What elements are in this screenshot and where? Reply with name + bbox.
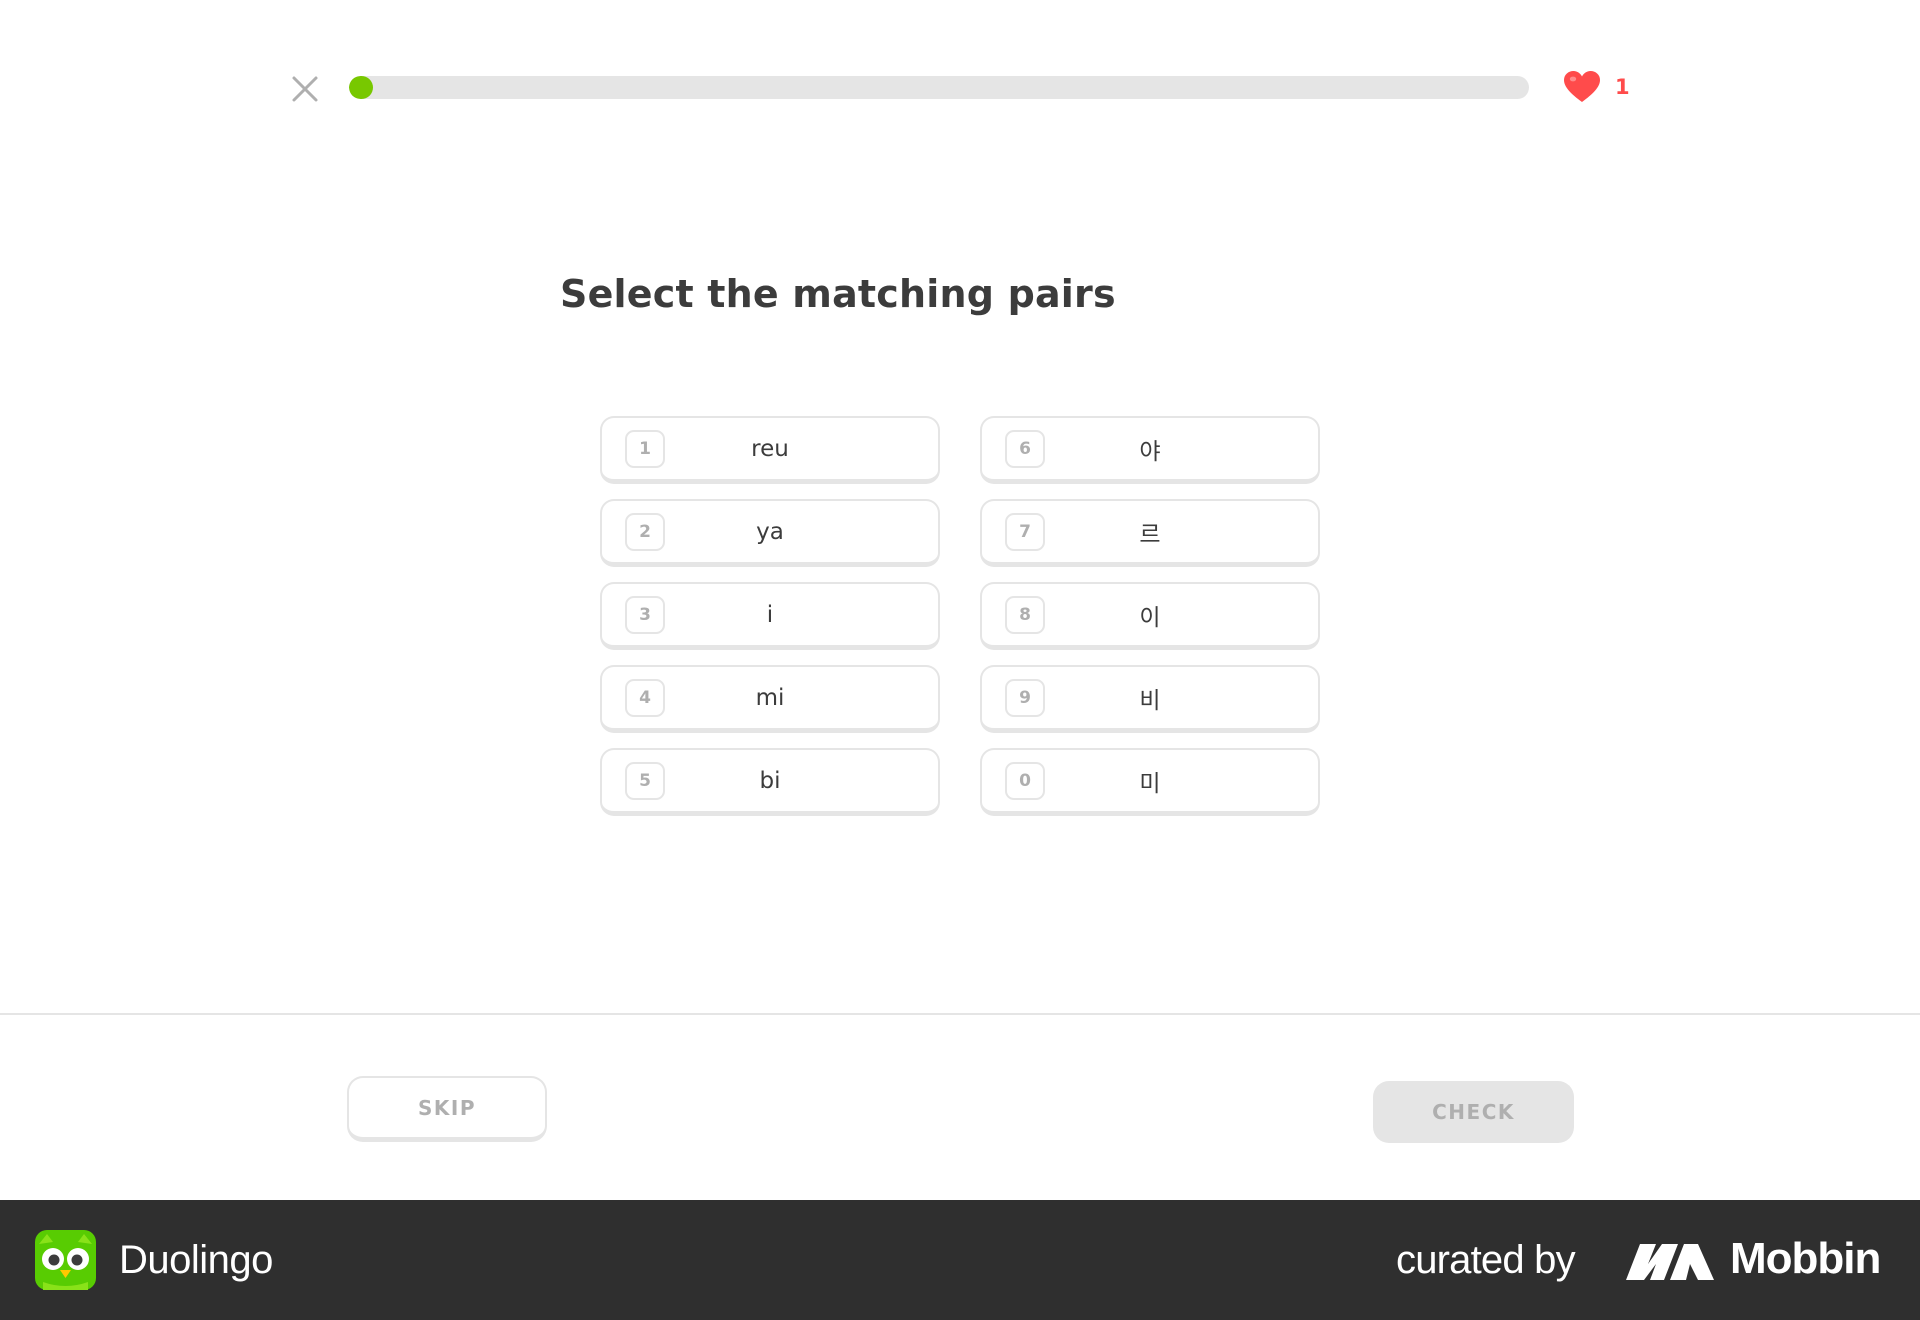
hearts-count: 1 <box>1615 75 1630 99</box>
brand-bar: Duolingo curated by Mobbin <box>0 1200 1920 1320</box>
tile-label: ya <box>756 518 784 545</box>
pair-tile-left-5[interactable]: 5 bi <box>600 748 940 816</box>
pair-tile-right-3[interactable]: 8 이 <box>980 582 1320 650</box>
footer-divider <box>0 1013 1920 1015</box>
pair-tile-right-2[interactable]: 7 르 <box>980 499 1320 567</box>
tile-label: mi <box>755 684 785 711</box>
lesson-page: 1 Select the matching pairs 1 reu 6 야 2 … <box>0 0 1920 1320</box>
tile-label: bi <box>759 767 781 794</box>
tile-label: i <box>766 601 774 628</box>
close-icon[interactable] <box>290 74 320 104</box>
pair-tile-left-1[interactable]: 1 reu <box>600 416 940 484</box>
lesson-progress-bar <box>349 76 1529 99</box>
pair-tile-left-4[interactable]: 4 mi <box>600 665 940 733</box>
tile-label: 비 <box>1139 687 1161 714</box>
pair-tile-right-5[interactable]: 0 미 <box>980 748 1320 816</box>
check-button[interactable]: CHECK <box>1373 1081 1574 1143</box>
tile-label: 이 <box>1139 604 1161 631</box>
pair-tile-left-2[interactable]: 2 ya <box>600 499 940 567</box>
challenge-prompt: Select the matching pairs <box>560 272 1116 316</box>
pair-tile-right-1[interactable]: 6 야 <box>980 416 1320 484</box>
app-name: Duolingo <box>119 1238 273 1282</box>
tile-label: 르 <box>1139 521 1161 548</box>
mobbin-logo-icon <box>1626 1240 1714 1280</box>
matching-pairs-grid: 1 reu 6 야 2 ya 7 르 3 i 8 이 4 mi 9 비 5 bi… <box>600 416 1320 816</box>
skip-button[interactable]: SKIP <box>347 1076 547 1142</box>
duolingo-owl-icon <box>35 1230 96 1290</box>
pair-tile-left-3[interactable]: 3 i <box>600 582 940 650</box>
heart-icon <box>1563 70 1601 104</box>
tile-label: 야 <box>1139 438 1161 465</box>
pair-tile-right-4[interactable]: 9 비 <box>980 665 1320 733</box>
tile-label: 미 <box>1139 770 1161 797</box>
hearts-counter[interactable]: 1 <box>1563 70 1630 104</box>
curator-name: Mobbin <box>1730 1234 1881 1283</box>
curated-by-label: curated by <box>1396 1238 1576 1282</box>
tile-label: reu <box>751 435 789 462</box>
progress-fill <box>349 76 373 99</box>
